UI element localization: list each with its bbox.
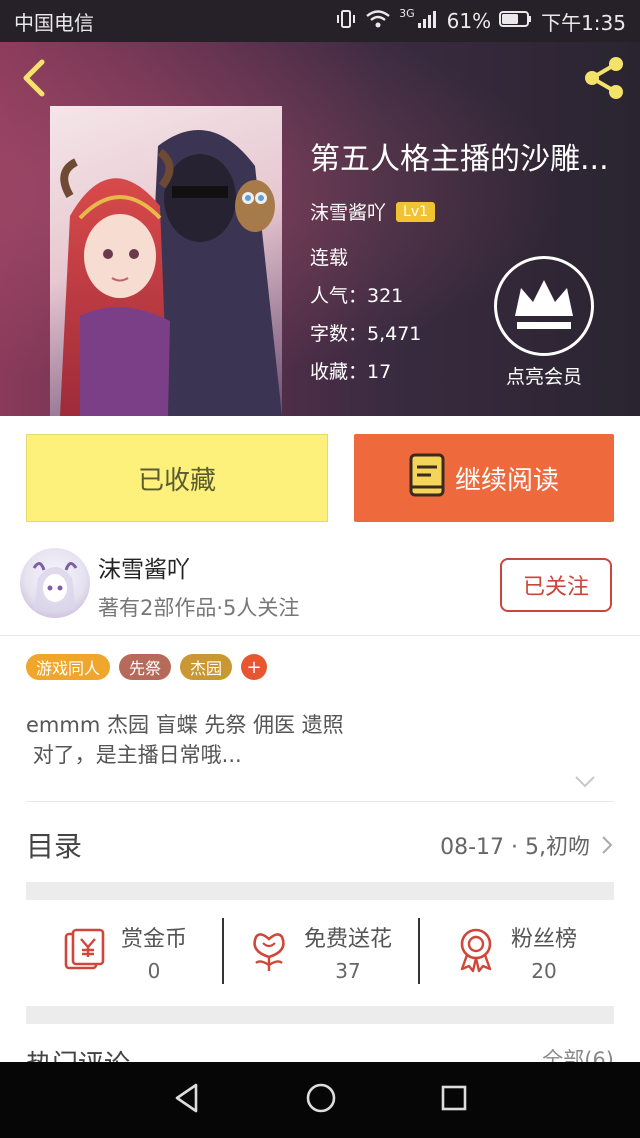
vip-button[interactable]: 点亮会员 [494, 256, 594, 389]
collected-button[interactable]: 已收藏 [26, 434, 328, 522]
stat-label: 赏金币 [120, 927, 187, 952]
square-recents-icon [442, 1085, 467, 1111]
circle-home-icon [306, 1083, 336, 1113]
book-title: 第五人格主播的沙雕... [310, 142, 609, 177]
stat-label: 粉丝榜 [510, 927, 577, 952]
author-stats: 著有2部作品·5人关注 [98, 596, 300, 620]
table-of-contents-row[interactable]: 目录 08-17 · 5,初吻 [26, 814, 614, 876]
nav-recents-button[interactable] [440, 1084, 468, 1116]
share-button[interactable] [580, 54, 628, 102]
system-nav-bar [0, 1062, 640, 1138]
tag-chip[interactable]: 游戏同人 [26, 654, 111, 680]
author-level-badge: Lv1 [396, 201, 436, 222]
book-detail-panel: 已收藏 继续阅读 沫雪酱吖 著有2部作品·5人关注 已关注 游戏同人 先祭 杰园… [0, 416, 640, 1080]
divider [26, 801, 614, 802]
battery-percent: 61% [446, 9, 492, 33]
book-author-name[interactable]: 沫雪酱吖 [310, 198, 386, 225]
book-author-row: 沫雪酱吖 Lv1 [310, 198, 630, 225]
stat-value: 37 [335, 959, 361, 983]
vibrate-icon [335, 8, 357, 35]
chevron-down-icon[interactable] [574, 774, 596, 790]
share-icon [585, 57, 623, 99]
nav-home-button[interactable] [305, 1082, 337, 1118]
toc-title: 目录 [26, 830, 83, 863]
author-name: 沫雪酱吖 [98, 557, 190, 583]
reward-coins-stat[interactable]: 赏金币 0 [26, 914, 222, 990]
stats-row: 赏金币 0 免费送花 37 粉丝榜 20 [26, 914, 614, 990]
stat-value: 20 [531, 959, 557, 983]
red-envelope-icon [61, 927, 107, 977]
network-type-label: 3G [399, 6, 415, 20]
signal-icon [417, 9, 439, 34]
continue-reading-label: 继续阅读 [454, 465, 559, 496]
wifi-icon [365, 8, 391, 35]
latest-chapter-label: 08-17 · 5,初吻 [440, 835, 590, 860]
free-flowers-stat[interactable]: 免费送花 37 [222, 914, 418, 990]
book-icon [409, 453, 445, 504]
tag-chip[interactable]: 先祭 [119, 654, 172, 680]
status-bar: 中国电信 3G 61% 下午1:35 [0, 0, 640, 42]
toc-latest-chapter: 08-17 · 5,初吻 [440, 829, 614, 861]
section-separator [26, 1006, 614, 1024]
stat-value: 0 [147, 959, 161, 983]
vip-label: 点亮会员 [505, 366, 582, 388]
crown-icon [494, 256, 594, 356]
action-row: 已收藏 继续阅读 [26, 434, 614, 522]
follow-button[interactable]: 已关注 [500, 558, 612, 612]
flower-icon [248, 927, 290, 977]
avatar[interactable] [20, 548, 90, 618]
back-arrow-icon [23, 59, 45, 97]
book-cover[interactable] [50, 106, 282, 416]
carrier-name: 中国电信 [14, 10, 94, 35]
section-separator [26, 882, 614, 900]
tag-list: 游戏同人 先祭 杰园 + [26, 654, 268, 680]
ribbon-medal-icon [455, 927, 497, 977]
tag-chip[interactable]: 杰园 [180, 654, 233, 680]
stat-label: 免费送花 [303, 927, 392, 952]
chevron-right-icon [602, 836, 613, 854]
fan-ranking-stat[interactable]: 粉丝榜 20 [418, 914, 614, 990]
book-header: 第五人格主播的沙雕... 沫雪酱吖 Lv1 连载 人气：321 字数：5,471… [0, 42, 640, 416]
book-summary: emmm 杰园 盲蝶 先祭 佣医 遗照 对了，是主播日常哦... [26, 713, 344, 767]
nav-back-button[interactable] [172, 1082, 202, 1118]
add-tag-button[interactable]: + [241, 654, 268, 680]
back-button[interactable] [16, 56, 56, 100]
continue-reading-button[interactable]: 继续阅读 [354, 434, 614, 522]
battery-icon [499, 9, 533, 34]
triangle-back-icon [175, 1083, 197, 1113]
author-card[interactable]: 沫雪酱吖 著有2部作品·5人关注 已关注 [0, 540, 640, 636]
clock: 下午1:35 [541, 10, 626, 35]
